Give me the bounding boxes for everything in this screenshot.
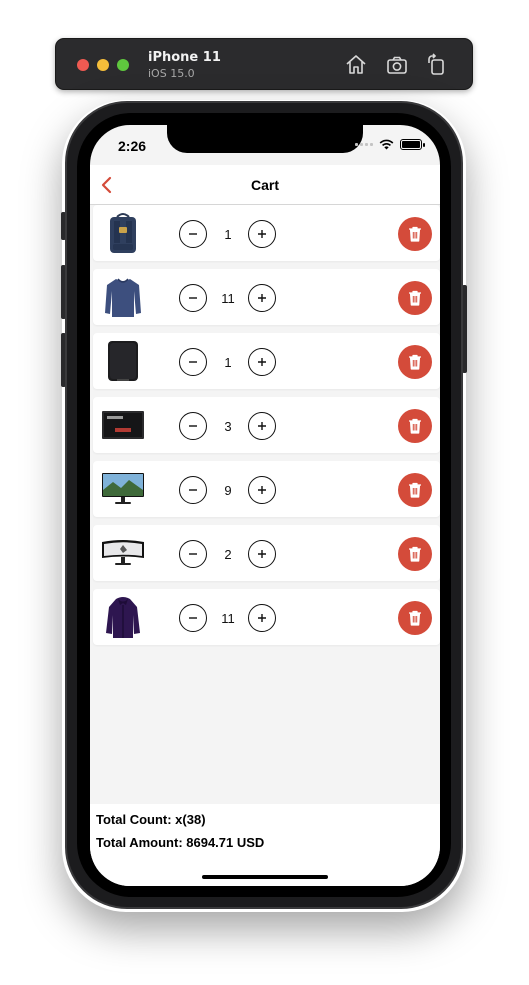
- screenshot-icon[interactable]: [385, 53, 409, 77]
- home-icon[interactable]: [344, 53, 368, 77]
- curved-monitor-image: [101, 531, 145, 575]
- minimize-window-button[interactable]: [97, 59, 109, 71]
- increase-quantity-button[interactable]: [248, 476, 276, 504]
- simulator-title-bar: iPhone 11 iOS 15.0: [55, 38, 473, 90]
- trash-icon: [409, 482, 421, 498]
- item-quantity: 3: [224, 419, 232, 434]
- remove-item-button[interactable]: [398, 217, 432, 251]
- increase-quantity-button[interactable]: [248, 412, 276, 440]
- increase-quantity-button[interactable]: [248, 220, 276, 248]
- trash-icon: [409, 226, 421, 242]
- remove-item-button[interactable]: [398, 537, 432, 571]
- item-quantity: 2: [224, 547, 232, 562]
- remove-item-button[interactable]: [398, 601, 432, 635]
- decrease-quantity-button[interactable]: [179, 476, 207, 504]
- trash-icon: [409, 418, 421, 434]
- sweater-image: [101, 275, 145, 319]
- trash-icon: [409, 354, 421, 370]
- page-title: Cart: [250, 177, 279, 193]
- decrease-quantity-button[interactable]: [179, 220, 207, 248]
- increase-quantity-button[interactable]: [248, 604, 276, 632]
- signal-icon: [355, 143, 373, 146]
- trash-icon: [409, 290, 421, 306]
- hard-drive-image: [101, 339, 145, 383]
- monitor-image: [101, 467, 145, 511]
- wifi-icon: [379, 139, 394, 150]
- decrease-quantity-button[interactable]: [179, 284, 207, 312]
- cart-item: 2: [93, 525, 440, 581]
- cart-item: 1: [93, 205, 440, 261]
- total-amount: Total Amount: 8694.71 USD: [96, 835, 265, 850]
- remove-item-button[interactable]: [398, 345, 432, 379]
- status-indicators: [355, 139, 425, 150]
- decrease-quantity-button[interactable]: [179, 604, 207, 632]
- item-quantity: 9: [224, 483, 232, 498]
- battery-icon: [400, 139, 425, 150]
- cart-summary: Total Count: x(38) Total Amount: 8694.71…: [90, 804, 440, 886]
- total-count: Total Count: x(38): [96, 812, 206, 827]
- increase-quantity-button[interactable]: [248, 284, 276, 312]
- trash-icon: [409, 610, 421, 626]
- remove-item-button[interactable]: [398, 409, 432, 443]
- cart-item: 11: [93, 589, 440, 645]
- item-quantity: 11: [221, 611, 235, 626]
- remove-item-button[interactable]: [398, 281, 432, 315]
- decrease-quantity-button[interactable]: [179, 412, 207, 440]
- notch: [167, 125, 363, 153]
- cart-item: 9: [93, 461, 440, 517]
- status-time: 2:26: [118, 138, 147, 154]
- close-window-button[interactable]: [77, 59, 89, 71]
- remove-item-button[interactable]: [398, 473, 432, 507]
- cart-item: 11: [93, 269, 440, 325]
- navigation-bar: Cart: [90, 165, 440, 205]
- decrease-quantity-button[interactable]: [179, 348, 207, 376]
- item-quantity: 11: [221, 291, 235, 306]
- decrease-quantity-button[interactable]: [179, 540, 207, 568]
- cart-item: 3: [93, 397, 440, 453]
- backpack-image: [101, 211, 145, 255]
- os-version: iOS 15.0: [148, 67, 195, 80]
- zoom-window-button[interactable]: [117, 59, 129, 71]
- increase-quantity-button[interactable]: [248, 348, 276, 376]
- trash-icon: [409, 546, 421, 562]
- cart-item: 1: [93, 333, 440, 389]
- device-name: iPhone 11: [148, 50, 221, 65]
- home-indicator[interactable]: [202, 875, 328, 879]
- jacket-image: [101, 595, 145, 639]
- ssd-image: [101, 403, 145, 447]
- app-screen: 2:26 Cart 1 11 1 3 9 2 11 Total Count: x…: [90, 125, 440, 886]
- increase-quantity-button[interactable]: [248, 540, 276, 568]
- item-quantity: 1: [224, 227, 232, 242]
- rotate-icon[interactable]: [425, 53, 449, 77]
- item-quantity: 1: [224, 355, 232, 370]
